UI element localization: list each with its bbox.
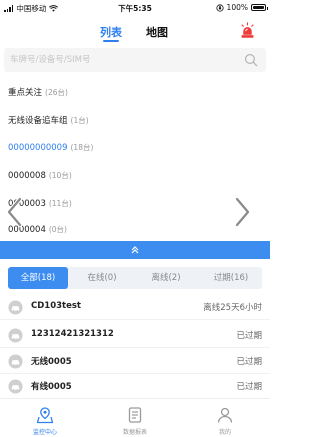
vehicle-row[interactable]: 有线0005 已过期 (0, 373, 270, 399)
collapse-toggle[interactable] (0, 241, 270, 259)
group-count: (11台) (48, 199, 72, 208)
vehicle-name: 12312421321312 (31, 329, 114, 339)
user-icon (217, 407, 233, 423)
vehicle-status: 已过期 (236, 382, 262, 392)
group-item[interactable]: 无线设备追车组 (1台) (8, 114, 89, 132)
nav-label: 数据报表 (122, 429, 147, 436)
vehicle-name: 有线0005 (31, 382, 72, 392)
siren-icon[interactable] (239, 22, 256, 39)
filter-tab-online[interactable]: 在线(0) (72, 267, 132, 289)
vehicle-status: 已过期 (236, 331, 262, 341)
chevron-left-icon[interactable] (5, 196, 25, 228)
search-input[interactable] (10, 48, 234, 72)
vehicle-row[interactable]: CD103test 离线25天6小时 (0, 294, 270, 320)
nav-data-reports[interactable]: 数据报表 (90, 399, 180, 437)
status-bar-right: 100% (215, 3, 268, 12)
car-icon (8, 300, 23, 315)
nav-mine[interactable]: 我的 (180, 399, 270, 437)
status-bar: 中国移动 下午5:35 100% (0, 0, 270, 16)
car-icon (8, 328, 23, 343)
double-chevron-up-icon (131, 246, 139, 254)
chevron-right-icon[interactable] (232, 196, 252, 228)
car-icon (8, 379, 23, 394)
nav-label: 我的 (218, 429, 231, 436)
tab-map[interactable]: 地图 (146, 24, 168, 40)
car-icon (8, 354, 23, 369)
search-bar (4, 48, 266, 72)
filter-tab-expired[interactable]: 过期(16) (200, 267, 262, 289)
filter-tab-all[interactable]: 全部(18) (8, 267, 68, 289)
group-item-selected[interactable]: 00000000009 (18台) (8, 142, 93, 160)
nav-monitor-center[interactable]: 监控中心 (0, 399, 90, 437)
search-icon[interactable] (244, 53, 258, 67)
vehicle-name: 无线0005 (31, 357, 72, 367)
group-count: (10台) (48, 171, 72, 180)
battery-icon (251, 4, 268, 11)
location-pin-icon (36, 407, 54, 424)
report-icon (128, 407, 142, 423)
group-count: (1台) (70, 116, 89, 125)
battery-percent: 100% (226, 3, 248, 12)
vehicle-row[interactable]: 12312421321312 已过期 (0, 322, 270, 348)
group-name: 00000000009 (8, 143, 68, 153)
bottom-nav: 监控中心 数据报表 我的 (0, 398, 270, 437)
group-item[interactable]: 重点关注 (26台) (8, 86, 68, 104)
group-name: 无线设备追车组 (8, 116, 68, 126)
group-name: 0000008 (8, 171, 46, 181)
group-count: (18台) (70, 143, 94, 152)
status-filter-tabs: 全部(18) 在线(0) 离线(2) 过期(16) (8, 267, 262, 289)
vehicle-row[interactable]: 无线0005 已过期 (0, 348, 270, 374)
view-switcher: 列表 地图 (0, 17, 270, 45)
filter-tab-offline[interactable]: 离线(2) (136, 267, 196, 289)
group-count: (26台) (45, 88, 68, 97)
nav-label: 监控中心 (32, 429, 57, 436)
group-item[interactable]: 0000008 (10台) (8, 170, 72, 188)
vehicle-status: 已过期 (236, 357, 262, 367)
vehicle-status: 离线25天6小时 (203, 303, 262, 313)
orientation-lock-icon (215, 3, 224, 12)
group-count: (0台) (48, 225, 67, 234)
vehicle-name: CD103test (31, 301, 81, 311)
group-name: 重点关注 (8, 88, 43, 98)
tab-list[interactable]: 列表 (100, 24, 122, 42)
